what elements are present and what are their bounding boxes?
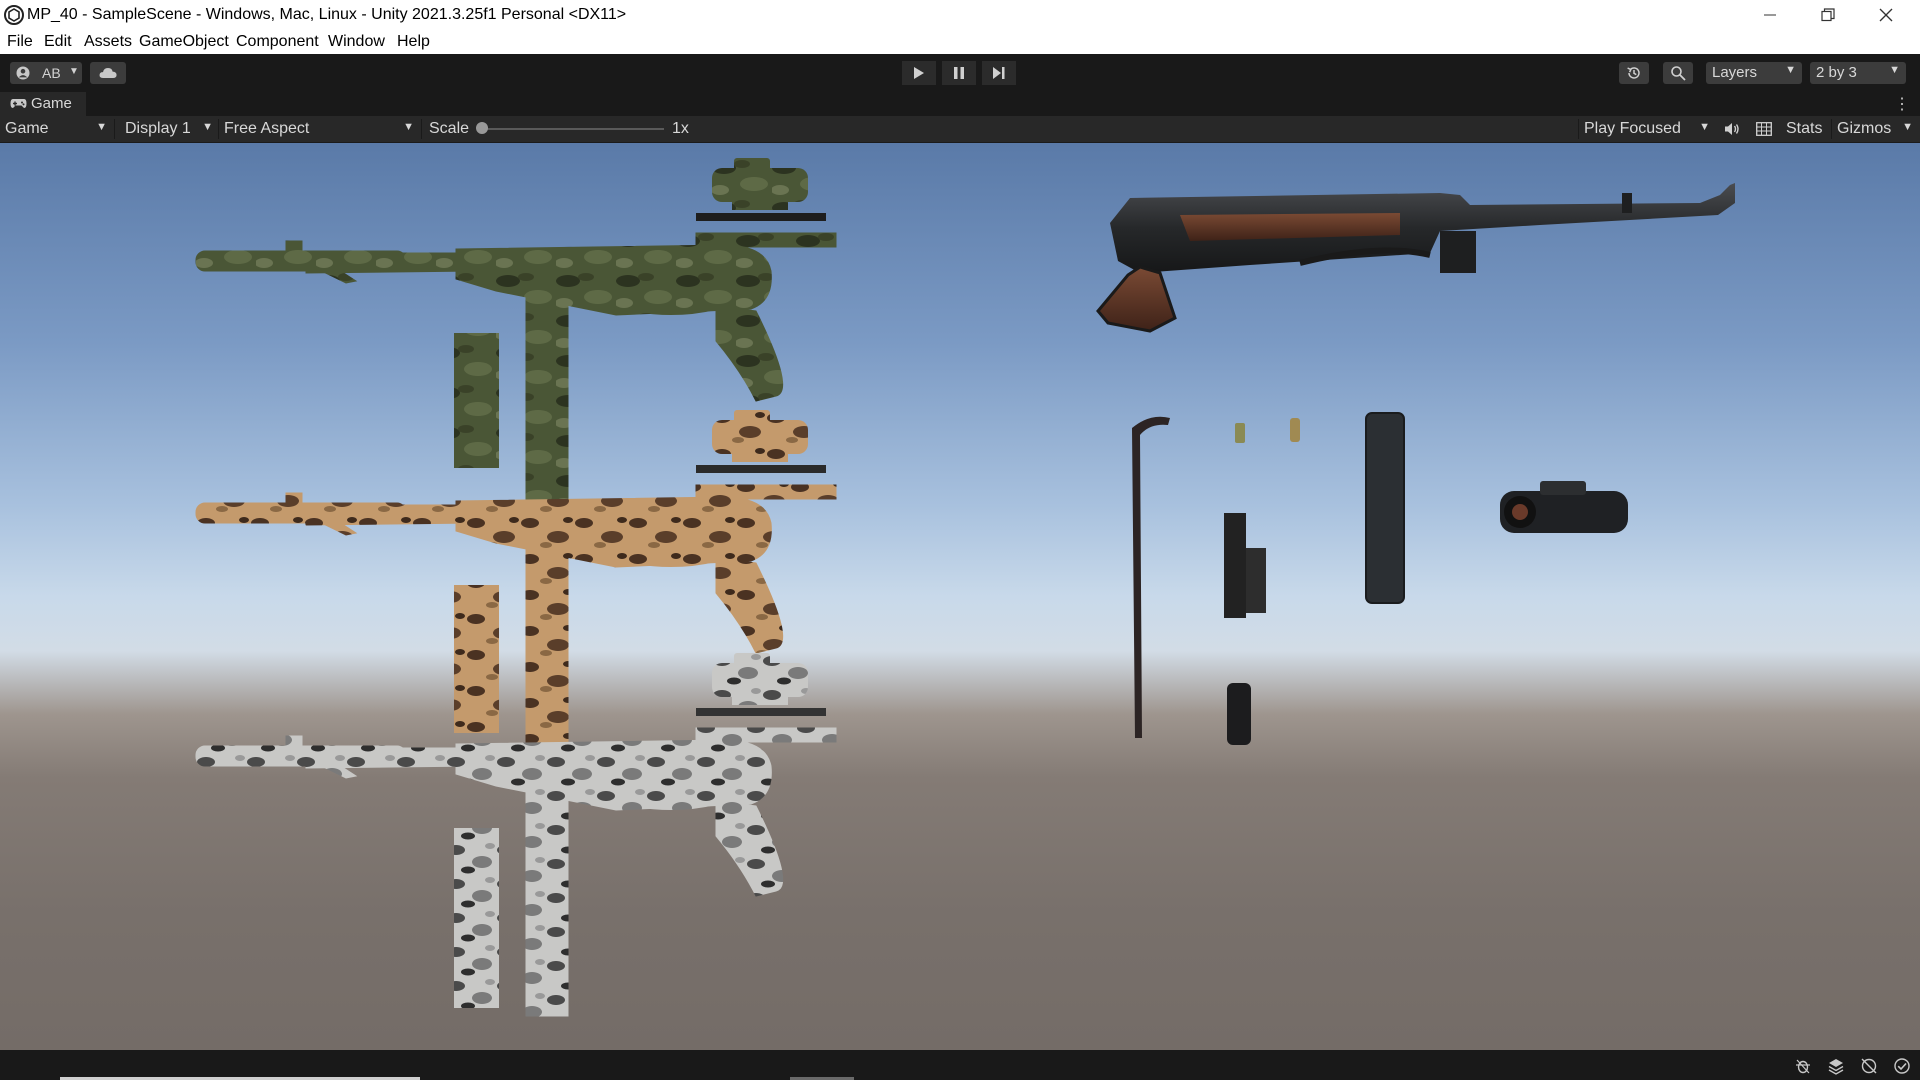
- toolbar-divider: [421, 119, 422, 139]
- side-rail: [1224, 513, 1266, 618]
- play-mode-select[interactable]: Play Focused ▼: [1579, 116, 1715, 142]
- magazine: [1365, 412, 1405, 604]
- minimize-icon: [1764, 14, 1776, 16]
- account-label: AB: [42, 65, 61, 81]
- scale-label: Scale: [429, 120, 470, 137]
- minimize-button[interactable]: [1741, 0, 1799, 30]
- bullet-casing-2: [1290, 418, 1300, 442]
- unity-logo-icon: [4, 5, 24, 25]
- grid-icon: [1756, 122, 1772, 136]
- search-icon: [1671, 66, 1686, 81]
- search-button[interactable]: [1663, 62, 1693, 84]
- play-mode-label: Play Focused: [1584, 120, 1681, 137]
- restore-button[interactable]: [1799, 0, 1857, 30]
- window-titlebar: MP_40 - SampleScene - Windows, Mac, Linu…: [0, 0, 1920, 30]
- check-circle-icon[interactable]: [1893, 1057, 1911, 1075]
- game-view-toolbar: Game ▼ Display 1 ▼ Free Aspect ▼ Scale 1…: [0, 116, 1920, 143]
- cloud-button[interactable]: [90, 62, 126, 84]
- tab-game-label: Game: [31, 95, 72, 112]
- mp40-classic-wood: [1096, 183, 1735, 333]
- game-viewport[interactable]: [0, 143, 1920, 1050]
- toolbar-divider: [114, 119, 115, 139]
- mp40-tan-camo-with-scope: [196, 410, 836, 773]
- play-icon: [914, 67, 924, 79]
- chevron-down-icon: ▼: [1699, 121, 1710, 133]
- cloud-icon: [99, 68, 117, 78]
- layout-dropdown[interactable]: 2 by 3 ▼: [1810, 62, 1906, 84]
- chevron-down-icon: ▼: [1902, 121, 1913, 133]
- red-dot-scope: [1500, 481, 1628, 533]
- scene-render: [0, 158, 1735, 1050]
- menu-window[interactable]: Window: [328, 33, 385, 51]
- cleaning-rod: [1132, 416, 1170, 738]
- pause-icon: [954, 67, 964, 79]
- menu-gameobject[interactable]: GameObject: [139, 33, 229, 51]
- gizmos-dropdown[interactable]: Gizmos ▼: [1832, 116, 1918, 142]
- layers-stack-icon[interactable]: [1827, 1057, 1845, 1075]
- view-select-label: Game: [5, 120, 49, 137]
- chevron-down-icon: ▼: [69, 66, 79, 77]
- aspect-select[interactable]: Free Aspect ▼: [219, 116, 419, 142]
- chevron-down-icon: ▼: [403, 121, 414, 133]
- view-select[interactable]: Game ▼: [0, 116, 112, 142]
- scale-value: 1x: [672, 120, 689, 137]
- tab-bar: Game ⋮: [0, 92, 1920, 116]
- history-icon: [1627, 67, 1640, 79]
- tab-game[interactable]: Game: [0, 92, 86, 116]
- gizmos-label: Gizmos: [1837, 120, 1892, 137]
- chevron-down-icon: ▼: [202, 121, 213, 133]
- close-icon: [1879, 8, 1893, 22]
- history-button[interactable]: [1619, 62, 1649, 84]
- mp40-arctic-camo-with-scope: [196, 653, 836, 1016]
- bullet-casing-1: [1235, 423, 1245, 443]
- scale-slider-thumb[interactable]: [476, 122, 488, 134]
- scale-slider-track[interactable]: [482, 128, 664, 130]
- display-select[interactable]: Display 1 ▼: [120, 116, 218, 142]
- menu-help[interactable]: Help: [397, 33, 430, 51]
- display-select-label: Display 1: [125, 120, 191, 137]
- layers-label: Layers: [1712, 64, 1758, 81]
- main-toolbar: AB ▼ Layers ▼ 2 by 3 ▼: [0, 54, 1920, 93]
- menu-file[interactable]: File: [7, 33, 33, 51]
- stats-toggle[interactable]: Stats: [1786, 120, 1822, 138]
- grid-toggle[interactable]: [1750, 116, 1778, 142]
- layers-dropdown[interactable]: Layers ▼: [1706, 62, 1802, 84]
- pause-button[interactable]: [942, 61, 976, 85]
- close-button[interactable]: [1857, 0, 1915, 30]
- step-button[interactable]: [982, 61, 1016, 85]
- layout-label: 2 by 3: [1816, 64, 1857, 81]
- user-icon: [16, 66, 30, 80]
- bug-icon[interactable]: [1794, 1057, 1812, 1075]
- gamepad-icon: [10, 99, 27, 108]
- chevron-down-icon: ▼: [1889, 64, 1900, 76]
- chevron-down-icon: ▼: [96, 121, 107, 133]
- chevron-down-icon: ▼: [1785, 64, 1796, 76]
- network-off-icon[interactable]: [1860, 1057, 1878, 1075]
- menu-assets[interactable]: Assets: [84, 33, 132, 51]
- play-button[interactable]: [902, 61, 936, 85]
- mute-audio-toggle[interactable]: [1718, 116, 1746, 142]
- menu-component[interactable]: Component: [236, 33, 319, 51]
- menu-bar: File Edit Assets GameObject Component Wi…: [0, 30, 1920, 54]
- menu-edit[interactable]: Edit: [44, 33, 72, 51]
- step-icon: [993, 67, 1005, 79]
- window-title: MP_40 - SampleScene - Windows, Mac, Linu…: [27, 6, 627, 23]
- more-options-icon[interactable]: ⋮: [1894, 94, 1910, 114]
- speaker-icon: [1725, 123, 1739, 135]
- aspect-select-label: Free Aspect: [224, 120, 310, 137]
- restore-icon: [1821, 8, 1835, 22]
- suppressor-part: [1227, 683, 1251, 745]
- status-bar: [0, 1050, 1920, 1080]
- account-dropdown[interactable]: AB ▼: [10, 62, 82, 84]
